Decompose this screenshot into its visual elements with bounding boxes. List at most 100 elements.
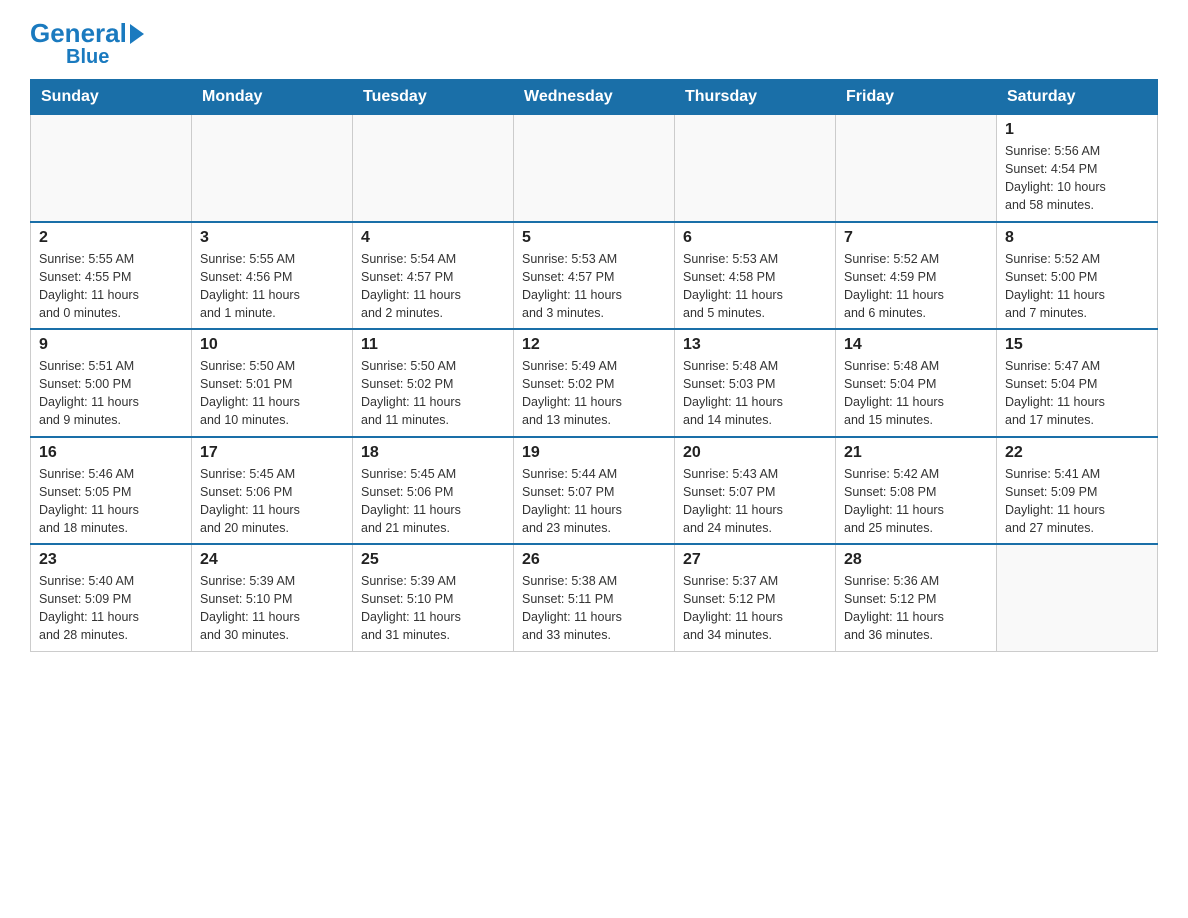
logo-arrow-icon [130, 24, 144, 44]
day-number: 8 [1005, 229, 1149, 247]
weekday-header-tuesday: Tuesday [353, 80, 514, 115]
day-number: 17 [200, 444, 344, 462]
calendar-cell: 8Sunrise: 5:52 AMSunset: 5:00 PMDaylight… [997, 222, 1158, 330]
logo-general: General [30, 20, 144, 46]
day-number: 12 [522, 336, 666, 354]
calendar-cell: 16Sunrise: 5:46 AMSunset: 5:05 PMDayligh… [31, 437, 192, 545]
weekday-header-sunday: Sunday [31, 80, 192, 115]
day-number: 23 [39, 551, 183, 569]
day-number: 21 [844, 444, 988, 462]
calendar-cell: 26 Sunrise: 5:38 AMSunset: 5:11 PMDayligh… [514, 544, 675, 651]
day-info: Sunrise: 5:54 AMSunset: 4:57 PMDaylight:… [361, 250, 505, 323]
weekday-header-thursday: Thursday [675, 80, 836, 115]
calendar-cell: 21 Sunrise: 5:42 AMSunset: 5:08 PMDayligh… [836, 437, 997, 545]
logo-text-blue: Blue [30, 46, 109, 69]
calendar-cell: 20Sunrise: 5:43 AMSunset: 5:07 PMDayligh… [675, 437, 836, 545]
calendar-cell: 3 Sunrise: 5:55 AMSunset: 4:56 PMDaylight… [192, 222, 353, 330]
day-number: 22 [1005, 444, 1149, 462]
day-number: 13 [683, 336, 827, 354]
day-info: Sunrise: 5:45 AMSunset: 5:06 PMDaylight:… [200, 465, 344, 538]
calendar-cell: 14Sunrise: 5:48 AMSunset: 5:04 PMDayligh… [836, 329, 997, 437]
weekday-row: SundayMondayTuesdayWednesdayThursdayFrid… [31, 80, 1158, 115]
day-number: 10 [200, 336, 344, 354]
calendar-cell: 13 Sunrise: 5:48 AMSunset: 5:03 PMDayligh… [675, 329, 836, 437]
weekday-header-friday: Friday [836, 80, 997, 115]
day-info: Sunrise: 5:39 AMSunset: 5:10 PMDaylight:… [200, 572, 344, 645]
calendar-cell: 15 Sunrise: 5:47 AMSunset: 5:04 PMDayligh… [997, 329, 1158, 437]
day-info: Sunrise: 5:43 AMSunset: 5:07 PMDaylight:… [683, 465, 827, 538]
weekday-header-wednesday: Wednesday [514, 80, 675, 115]
calendar-cell: 18 Sunrise: 5:45 AMSunset: 5:06 PMDayligh… [353, 437, 514, 545]
day-info: Sunrise: 5:45 AMSunset: 5:06 PMDaylight:… [361, 465, 505, 538]
day-info: Sunrise: 5:53 AMSunset: 4:58 PMDaylight:… [683, 250, 827, 323]
logo: General Blue [30, 20, 144, 69]
day-info: Sunrise: 5:50 AMSunset: 5:01 PMDaylight:… [200, 357, 344, 430]
calendar-header: SundayMondayTuesdayWednesdayThursdayFrid… [31, 80, 1158, 115]
day-info: Sunrise: 5:51 AMSunset: 5:00 PMDaylight:… [39, 357, 183, 430]
week-row-1: 1 Sunrise: 5:56 AMSunset: 4:54 PMDaylight… [31, 115, 1158, 222]
day-info: Sunrise: 5:47 AMSunset: 5:04 PMDaylight:… [1005, 357, 1149, 430]
calendar-cell: 6 Sunrise: 5:53 AMSunset: 4:58 PMDaylight… [675, 222, 836, 330]
day-info: Sunrise: 5:38 AMSunset: 5:11 PMDaylight:… [522, 572, 666, 645]
calendar-cell: 4Sunrise: 5:54 AMSunset: 4:57 PMDaylight… [353, 222, 514, 330]
calendar-cell [836, 115, 997, 222]
day-number: 9 [39, 336, 183, 354]
day-number: 26 [522, 551, 666, 569]
calendar-cell: 19 Sunrise: 5:44 AMSunset: 5:07 PMDayligh… [514, 437, 675, 545]
calendar-cell: 23Sunrise: 5:40 AMSunset: 5:09 PMDayligh… [31, 544, 192, 651]
day-info: Sunrise: 5:41 AMSunset: 5:09 PMDaylight:… [1005, 465, 1149, 538]
day-info: Sunrise: 5:56 AMSunset: 4:54 PMDaylight:… [1005, 142, 1149, 215]
calendar-cell: 12 Sunrise: 5:49 AMSunset: 5:02 PMDayligh… [514, 329, 675, 437]
calendar-cell: 11 Sunrise: 5:50 AMSunset: 5:02 PMDayligh… [353, 329, 514, 437]
day-number: 3 [200, 229, 344, 247]
calendar-cell: 10 Sunrise: 5:50 AMSunset: 5:01 PMDayligh… [192, 329, 353, 437]
page-header: General Blue [30, 20, 1158, 69]
day-number: 27 [683, 551, 827, 569]
week-row-3: 9 Sunrise: 5:51 AMSunset: 5:00 PMDaylight… [31, 329, 1158, 437]
week-row-5: 23Sunrise: 5:40 AMSunset: 5:09 PMDayligh… [31, 544, 1158, 651]
day-info: Sunrise: 5:50 AMSunset: 5:02 PMDaylight:… [361, 357, 505, 430]
weekday-header-monday: Monday [192, 80, 353, 115]
day-info: Sunrise: 5:42 AMSunset: 5:08 PMDaylight:… [844, 465, 988, 538]
calendar-cell: 2 Sunrise: 5:55 AMSunset: 4:55 PMDaylight… [31, 222, 192, 330]
day-info: Sunrise: 5:37 AMSunset: 5:12 PMDaylight:… [683, 572, 827, 645]
day-info: Sunrise: 5:55 AMSunset: 4:56 PMDaylight:… [200, 250, 344, 323]
day-number: 5 [522, 229, 666, 247]
calendar-cell: 22 Sunrise: 5:41 AMSunset: 5:09 PMDayligh… [997, 437, 1158, 545]
calendar-cell: 25 Sunrise: 5:39 AMSunset: 5:10 PMDayligh… [353, 544, 514, 651]
calendar: SundayMondayTuesdayWednesdayThursdayFrid… [30, 79, 1158, 652]
day-info: Sunrise: 5:44 AMSunset: 5:07 PMDaylight:… [522, 465, 666, 538]
day-info: Sunrise: 5:46 AMSunset: 5:05 PMDaylight:… [39, 465, 183, 538]
calendar-cell [31, 115, 192, 222]
calendar-body: 1 Sunrise: 5:56 AMSunset: 4:54 PMDaylight… [31, 115, 1158, 652]
calendar-cell [997, 544, 1158, 651]
calendar-cell [514, 115, 675, 222]
calendar-cell: 24 Sunrise: 5:39 AMSunset: 5:10 PMDayligh… [192, 544, 353, 651]
day-number: 11 [361, 336, 505, 354]
day-number: 25 [361, 551, 505, 569]
day-number: 6 [683, 229, 827, 247]
day-info: Sunrise: 5:36 AMSunset: 5:12 PMDaylight:… [844, 572, 988, 645]
week-row-4: 16Sunrise: 5:46 AMSunset: 5:05 PMDayligh… [31, 437, 1158, 545]
day-info: Sunrise: 5:52 AMSunset: 4:59 PMDaylight:… [844, 250, 988, 323]
day-info: Sunrise: 5:55 AMSunset: 4:55 PMDaylight:… [39, 250, 183, 323]
day-number: 7 [844, 229, 988, 247]
day-info: Sunrise: 5:48 AMSunset: 5:04 PMDaylight:… [844, 357, 988, 430]
day-info: Sunrise: 5:39 AMSunset: 5:10 PMDaylight:… [361, 572, 505, 645]
calendar-cell: 5 Sunrise: 5:53 AMSunset: 4:57 PMDaylight… [514, 222, 675, 330]
day-number: 15 [1005, 336, 1149, 354]
logo-text-general: General [30, 20, 127, 46]
day-info: Sunrise: 5:48 AMSunset: 5:03 PMDaylight:… [683, 357, 827, 430]
day-number: 18 [361, 444, 505, 462]
day-number: 24 [200, 551, 344, 569]
day-number: 2 [39, 229, 183, 247]
calendar-cell: 7 Sunrise: 5:52 AMSunset: 4:59 PMDaylight… [836, 222, 997, 330]
day-info: Sunrise: 5:53 AMSunset: 4:57 PMDaylight:… [522, 250, 666, 323]
day-number: 1 [1005, 121, 1149, 139]
calendar-cell [192, 115, 353, 222]
week-row-2: 2 Sunrise: 5:55 AMSunset: 4:55 PMDaylight… [31, 222, 1158, 330]
calendar-cell [675, 115, 836, 222]
day-info: Sunrise: 5:49 AMSunset: 5:02 PMDaylight:… [522, 357, 666, 430]
day-number: 19 [522, 444, 666, 462]
calendar-cell: 28Sunrise: 5:36 AMSunset: 5:12 PMDayligh… [836, 544, 997, 651]
